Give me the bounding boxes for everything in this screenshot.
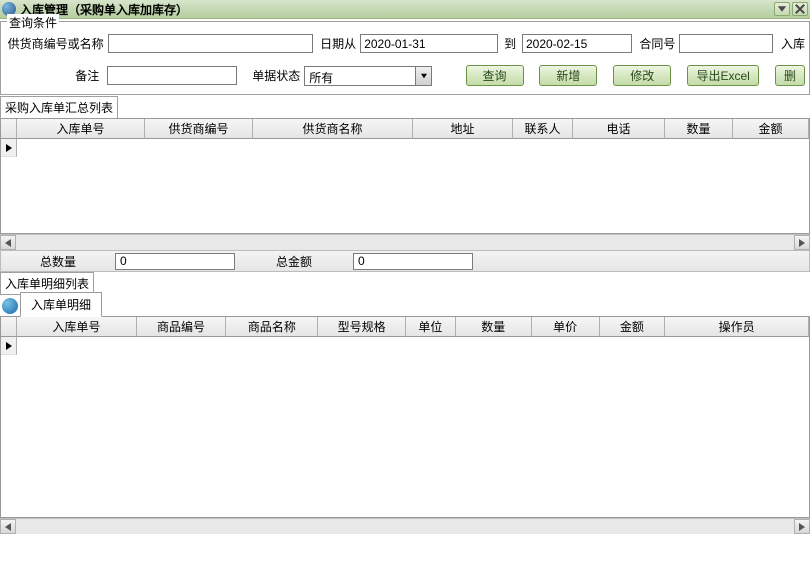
column-header[interactable]: 地址 bbox=[413, 119, 513, 139]
column-header[interactable]: 联系人 bbox=[513, 119, 573, 139]
remark-label: 备注 bbox=[5, 67, 103, 84]
column-header[interactable]: 操作员 bbox=[665, 317, 809, 337]
totals-bar: 总数量 0 总金额 0 bbox=[0, 250, 810, 272]
detail-grid-header: 入库单号商品编号商品名称型号规格单位数量单价金额操作员 bbox=[1, 317, 809, 337]
chevron-down-icon bbox=[415, 67, 431, 85]
store-label: 入库 bbox=[777, 35, 805, 52]
tab-detail[interactable]: 入库单明细 bbox=[20, 292, 102, 317]
status-label: 单据状态 bbox=[241, 67, 300, 84]
summary-grid: 入库单号供货商编号供货商名称地址联系人电话数量金额 bbox=[0, 118, 810, 234]
date-to-label: 到 bbox=[502, 35, 518, 52]
total-qty-value: 0 bbox=[115, 253, 235, 270]
column-header[interactable]: 供货商编号 bbox=[145, 119, 253, 139]
date-to-input[interactable] bbox=[522, 34, 632, 53]
column-header[interactable]: 单价 bbox=[532, 317, 600, 337]
total-amt-value: 0 bbox=[353, 253, 473, 270]
tab-detail-label: 入库单明细 bbox=[31, 298, 91, 312]
summary-grid-header: 入库单号供货商编号供货商名称地址联系人电话数量金额 bbox=[1, 119, 809, 139]
table-row[interactable] bbox=[1, 337, 809, 355]
scroll-right-icon[interactable] bbox=[794, 235, 810, 250]
row-marker-icon bbox=[1, 139, 17, 157]
detail-grid-body bbox=[1, 337, 809, 517]
query-button[interactable]: 查询 bbox=[466, 65, 524, 86]
column-header[interactable]: 单位 bbox=[406, 317, 456, 337]
column-header[interactable]: 电话 bbox=[573, 119, 665, 139]
summary-hscroll[interactable] bbox=[0, 234, 810, 250]
total-qty-label: 总数量 bbox=[5, 253, 111, 270]
column-header[interactable]: 入库单号 bbox=[17, 119, 145, 139]
contract-label: 合同号 bbox=[636, 35, 675, 52]
detail-grid: 入库单号商品编号商品名称型号规格单位数量单价金额操作员 bbox=[0, 317, 810, 518]
scroll-track[interactable] bbox=[16, 235, 794, 250]
titlebar: 入库管理（采购单入库加库存） bbox=[0, 0, 810, 19]
query-conditions-group: 查询条件 供货商编号或名称 日期从 到 合同号 入库 备注 单据状态 所有 查询… bbox=[0, 21, 810, 95]
column-header[interactable]: 商品名称 bbox=[226, 317, 318, 337]
summary-grid-body bbox=[1, 139, 809, 233]
column-header[interactable]: 数量 bbox=[456, 317, 532, 337]
supplier-input[interactable] bbox=[108, 34, 313, 53]
scroll-track[interactable] bbox=[16, 519, 794, 534]
date-from-label: 日期从 bbox=[317, 35, 356, 52]
scroll-left-icon[interactable] bbox=[0, 235, 16, 250]
status-select[interactable]: 所有 bbox=[304, 66, 432, 86]
delete-button[interactable]: 删 bbox=[775, 65, 805, 86]
column-header[interactable]: 金额 bbox=[600, 317, 666, 337]
window-title: 入库管理（采购单入库加库存） bbox=[20, 1, 770, 18]
row-marker-icon bbox=[1, 337, 17, 355]
contract-input[interactable] bbox=[679, 34, 773, 53]
close-button[interactable] bbox=[792, 2, 808, 16]
column-header[interactable]: 数量 bbox=[665, 119, 733, 139]
summary-legend: 采购入库单汇总列表 bbox=[0, 96, 118, 118]
supplier-label: 供货商编号或名称 bbox=[5, 35, 104, 52]
column-header[interactable]: 商品编号 bbox=[137, 317, 227, 337]
detail-hscroll[interactable] bbox=[0, 518, 810, 534]
row-selector-column bbox=[1, 317, 17, 337]
total-amt-label: 总金额 bbox=[239, 253, 349, 270]
column-header[interactable]: 型号规格 bbox=[318, 317, 406, 337]
scroll-right-icon[interactable] bbox=[794, 519, 810, 534]
new-button[interactable]: 新增 bbox=[539, 65, 597, 86]
edit-button[interactable]: 修改 bbox=[613, 65, 671, 86]
status-select-value: 所有 bbox=[305, 67, 415, 85]
globe-icon bbox=[2, 298, 18, 314]
titlebar-buttons bbox=[774, 2, 808, 16]
export-excel-button[interactable]: 导出Excel bbox=[687, 65, 759, 86]
detail-tabs: 入库单明细 bbox=[0, 295, 810, 317]
table-row[interactable] bbox=[1, 139, 809, 157]
column-header[interactable]: 供货商名称 bbox=[253, 119, 413, 139]
minimize-button[interactable] bbox=[774, 2, 790, 16]
scroll-left-icon[interactable] bbox=[0, 519, 16, 534]
date-from-input[interactable] bbox=[360, 34, 498, 53]
remark-input[interactable] bbox=[107, 66, 237, 85]
row-selector-column bbox=[1, 119, 17, 139]
query-legend: 查询条件 bbox=[7, 14, 59, 31]
column-header[interactable]: 入库单号 bbox=[17, 317, 137, 337]
column-header[interactable]: 金额 bbox=[733, 119, 809, 139]
